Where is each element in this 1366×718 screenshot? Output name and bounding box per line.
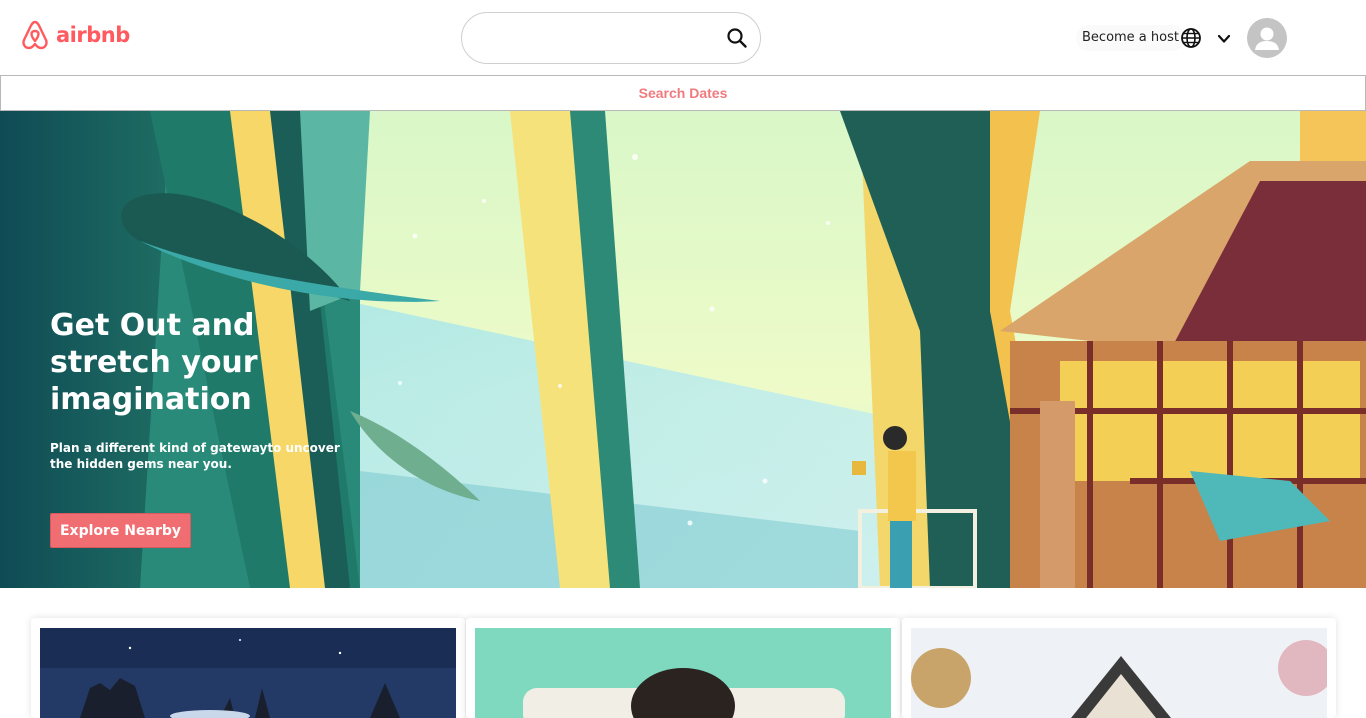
search-dates-bar[interactable]: Search Dates — [0, 75, 1366, 111]
top-header: airbnb Become a host — [0, 0, 1366, 75]
card-1-image — [40, 628, 456, 718]
user-avatar[interactable] — [1247, 18, 1287, 58]
explore-nearby-button[interactable]: Explore Nearby — [50, 513, 191, 548]
card-2-image — [475, 628, 891, 718]
hero-title: Get Out and stretch your imagination — [50, 308, 258, 417]
globe-icon[interactable] — [1180, 27, 1202, 49]
search-icon[interactable] — [726, 27, 748, 49]
card-3-image — [911, 628, 1327, 718]
brand-name: airbnb — [56, 23, 130, 47]
search-input[interactable] — [480, 27, 720, 51]
chevron-down-icon[interactable] — [1216, 31, 1232, 47]
airbnb-logo-icon — [22, 20, 48, 50]
search-box[interactable] — [461, 12, 761, 64]
hero-subtitle: Plan a different kind of gatewayto uncov… — [50, 441, 340, 471]
search-dates-label: Search Dates — [638, 85, 728, 101]
card-1[interactable] — [31, 618, 465, 718]
user-avatar-icon — [1255, 27, 1279, 50]
card-row — [0, 588, 1366, 718]
airbnb-logo[interactable]: airbnb — [20, 19, 130, 51]
become-host-link[interactable]: Become a host — [1076, 25, 1185, 51]
card-2[interactable] — [466, 618, 900, 718]
hero-banner: Get Out and stretch your imagination Pla… — [0, 111, 1366, 588]
card-3[interactable] — [902, 618, 1336, 718]
